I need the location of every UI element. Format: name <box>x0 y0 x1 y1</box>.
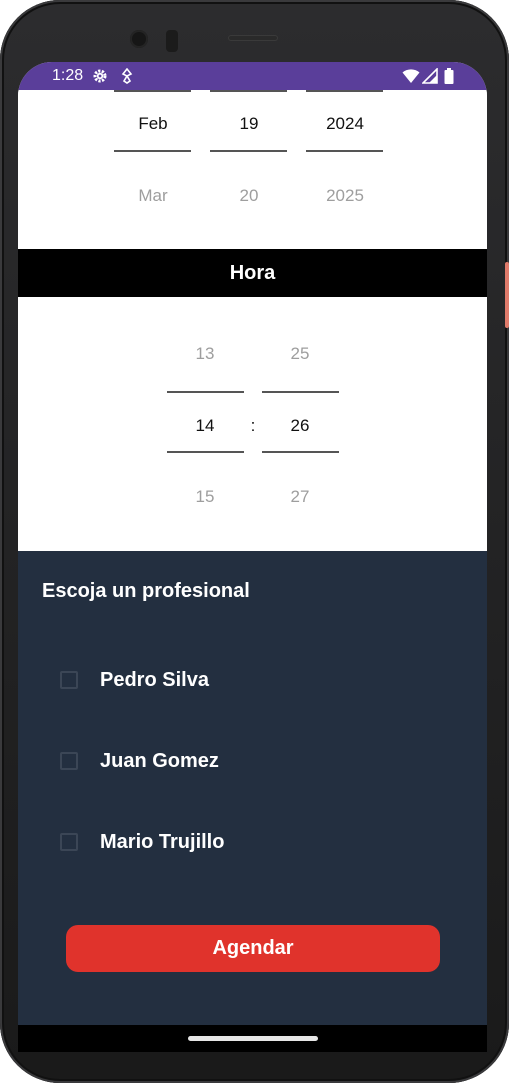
minute-bottom-line <box>262 451 339 453</box>
day-next[interactable]: 20 <box>210 186 288 206</box>
day-top-line <box>210 90 287 92</box>
professional-option[interactable]: Mario Trujillo <box>60 827 224 857</box>
hour-top-line <box>167 391 244 393</box>
time-separator: : <box>250 416 256 435</box>
wifi-icon <box>402 69 420 83</box>
minute-prev[interactable]: 25 <box>261 344 339 364</box>
checkbox[interactable] <box>60 752 78 770</box>
hour-next[interactable]: 15 <box>166 487 244 507</box>
year-bottom-line <box>306 150 383 152</box>
month-top-line <box>114 90 191 92</box>
hour-bottom-line <box>167 451 244 453</box>
status-time: 1:28 <box>52 67 84 84</box>
minute-selected[interactable]: 26 <box>261 416 339 436</box>
month-bottom-line <box>114 150 191 152</box>
month-selected[interactable]: Feb <box>114 114 192 134</box>
sensor <box>166 30 178 52</box>
front-camera <box>130 30 148 48</box>
day-bottom-line <box>210 150 287 152</box>
earpiece-speaker <box>228 35 278 41</box>
schedule-button[interactable]: Agendar <box>66 925 440 972</box>
time-section-header: Hora <box>18 249 487 297</box>
minute-next[interactable]: 27 <box>261 487 339 507</box>
checkbox[interactable] <box>60 833 78 851</box>
checkbox[interactable] <box>60 671 78 689</box>
hour-prev[interactable]: 13 <box>166 344 244 364</box>
year-top-line <box>306 90 383 92</box>
settings-gear-icon <box>93 69 107 83</box>
professional-name[interactable]: Pedro Silva <box>100 669 209 692</box>
home-gesture-handle[interactable] <box>188 1036 318 1041</box>
time-section-title: Hora <box>229 261 276 284</box>
side-button <box>505 262 509 328</box>
year-next[interactable]: 2025 <box>306 186 384 206</box>
year-selected[interactable]: 2024 <box>306 114 384 134</box>
professional-option[interactable]: Juan Gomez <box>60 746 219 776</box>
day-selected[interactable]: 19 <box>210 114 288 134</box>
professional-panel: Escoja un profesional Pedro Silva Juan G… <box>18 551 487 1025</box>
battery-icon <box>444 68 454 84</box>
professional-option[interactable]: Pedro Silva <box>60 665 209 695</box>
hour-selected[interactable]: 14 <box>166 416 244 436</box>
status-bar: 1:28 <box>18 62 487 90</box>
month-next[interactable]: Mar <box>114 186 192 206</box>
professional-name[interactable]: Mario Trujillo <box>100 831 224 854</box>
app-screen: 1:28 Feb 19 2024 Mar 20 2025 Hora 13 25 … <box>18 62 487 1052</box>
professional-title: Escoja un profesional <box>42 580 250 602</box>
professional-name[interactable]: Juan Gomez <box>100 750 219 773</box>
signal-icon <box>422 68 438 84</box>
time-picker[interactable]: 13 25 14 : 26 15 27 <box>18 297 487 551</box>
minute-top-line <box>262 391 339 393</box>
accessibility-icon <box>121 68 133 84</box>
date-picker[interactable]: Feb 19 2024 Mar 20 2025 <box>18 90 487 249</box>
